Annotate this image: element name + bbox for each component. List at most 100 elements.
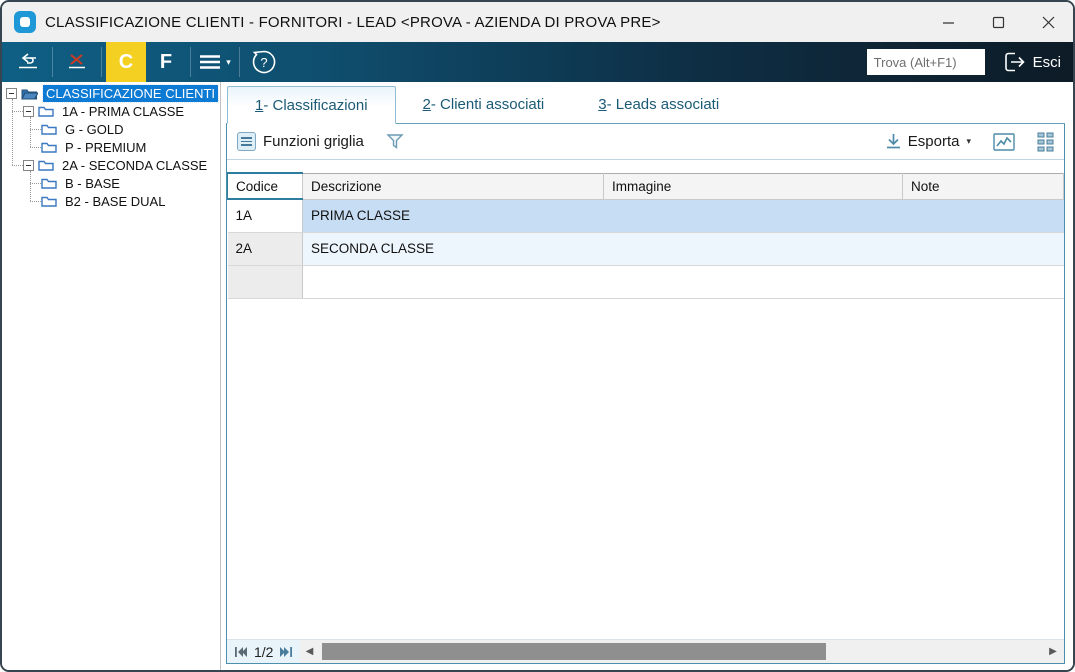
help-button[interactable]: ? [244, 44, 284, 80]
grid-pager: 1/2 ◀ ▶ [227, 639, 1064, 663]
tab-leads-associati[interactable]: 3 - Leads associati [571, 86, 746, 123]
table-row[interactable]: 1A PRIMA CLASSE [227, 199, 1064, 233]
svg-text:?: ? [260, 55, 267, 70]
main-panel: 1- Classificazioni 2 - Clienti associati… [221, 82, 1073, 670]
folder-icon [41, 196, 57, 207]
tree-item-label[interactable]: P - PREMIUM [62, 139, 149, 156]
first-page-button[interactable] [235, 646, 247, 657]
window-controls [923, 2, 1073, 42]
download-icon [886, 134, 900, 149]
horizontal-scrollbar[interactable]: ◀ ▶ [300, 640, 1064, 663]
tree-item-label[interactable]: B - BASE [62, 175, 123, 192]
undo-arrow-icon [19, 53, 37, 69]
delete-button[interactable] [57, 44, 97, 80]
menu-button[interactable]: ▾ [195, 44, 235, 80]
close-button[interactable] [1023, 2, 1073, 42]
collapse-icon[interactable] [6, 87, 17, 99]
hamburger-icon [200, 55, 221, 69]
folder-icon [41, 178, 57, 189]
funzioni-griglia-button[interactable]: Funzioni griglia [237, 132, 364, 151]
cell-codice[interactable]: 2A [227, 232, 303, 266]
grid-functions-icon [237, 132, 256, 151]
delete-x-icon [69, 54, 85, 69]
window-title: CLASSIFICAZIONE CLIENTI - FORNITORI - LE… [45, 13, 661, 31]
folder-icon [41, 124, 57, 135]
cell-immagine[interactable] [603, 232, 903, 266]
last-page-icon [280, 646, 293, 657]
tree-item-premium[interactable]: P - PREMIUM [2, 138, 220, 156]
app-logo-icon [14, 11, 36, 33]
folder-icon [38, 106, 54, 117]
cell-descrizione[interactable]: PRIMA CLASSE [302, 199, 604, 233]
layout-grid-button[interactable] [1037, 132, 1054, 152]
column-header-note[interactable]: Note [902, 172, 1064, 200]
funzioni-griglia-label: Funzioni griglia [263, 133, 364, 150]
filter-funnel-icon [386, 134, 404, 149]
title-bar: CLASSIFICAZIONE CLIENTI - FORNITORI - LE… [2, 2, 1073, 42]
exit-icon [1004, 52, 1025, 72]
page-indicator: 1/2 [254, 643, 274, 660]
cell-immagine[interactable] [603, 199, 903, 233]
column-header-codice[interactable]: Codice [227, 172, 303, 200]
exit-button[interactable]: Esci [999, 44, 1065, 80]
fornitori-mode-button[interactable]: F [146, 42, 186, 82]
tab-classificazioni[interactable]: 1- Classificazioni [227, 86, 396, 124]
minimize-button[interactable] [923, 2, 973, 42]
open-folder-icon [21, 89, 38, 99]
cell-note[interactable] [902, 232, 1064, 266]
collapse-icon[interactable] [23, 105, 34, 117]
tree-item-base[interactable]: B - BASE [2, 174, 220, 192]
folder-icon [41, 142, 57, 153]
table-row[interactable]: 2A SECONDA CLASSE [227, 232, 1064, 266]
close-icon [1042, 16, 1054, 28]
tree-item-label[interactable]: 1A - PRIMA CLASSE [59, 103, 187, 120]
folder-icon [38, 160, 54, 171]
app-window: CLASSIFICAZIONE CLIENTI - FORNITORI - LE… [0, 0, 1075, 672]
cell-descrizione[interactable]: SECONDA CLASSE [302, 232, 604, 266]
esporta-label: Esporta [907, 133, 960, 150]
grid-header-row: Codice Descrizione Immagine Note [227, 172, 1064, 200]
minimize-icon [942, 21, 954, 24]
collapse-icon[interactable] [23, 159, 34, 171]
column-header-descrizione[interactable]: Descrizione [302, 172, 604, 200]
maximize-button[interactable] [973, 2, 1023, 42]
classification-tree: CLASSIFICAZIONE CLIENTI 1A - PRIMA CLASS… [2, 82, 221, 670]
esporta-caret-icon: ▾ [966, 136, 971, 146]
first-page-icon [235, 646, 247, 657]
tab-bar: 1- Classificazioni 2 - Clienti associati… [226, 86, 1065, 124]
menu-caret-icon: ▾ [226, 56, 231, 67]
exit-label: Esci [1032, 53, 1061, 71]
tree-item-gold[interactable]: G - GOLD [2, 120, 220, 138]
table-row-empty [227, 265, 1064, 299]
tree-item-label[interactable]: B2 - BASE DUAL [62, 193, 168, 210]
tree-item-label[interactable]: CLASSIFICAZIONE CLIENTI [41, 83, 220, 103]
tree-item-label[interactable]: 2A - SECONDA CLASSE [59, 157, 210, 174]
scrollbar-thumb[interactable] [322, 643, 827, 660]
undo-button[interactable] [8, 44, 48, 80]
scroll-left-button[interactable]: ◀ [300, 646, 318, 657]
classifications-grid: Codice Descrizione Immagine Note 1A PRIM… [227, 172, 1064, 299]
chart-view-button[interactable] [993, 132, 1015, 151]
grid-toolbar: Funzioni griglia Esporta ▾ [227, 124, 1064, 160]
layout-grid-icon [1037, 132, 1054, 151]
maximize-icon [992, 16, 1004, 28]
column-header-immagine[interactable]: Immagine [603, 172, 903, 200]
tab-clienti-associati[interactable]: 2 - Clienti associati [396, 86, 572, 123]
tree-item-label[interactable]: G - GOLD [62, 121, 127, 138]
filter-button[interactable] [386, 133, 404, 150]
tree-item-base-dual[interactable]: B2 - BASE DUAL [2, 192, 220, 210]
esporta-button[interactable]: Esporta ▾ [885, 133, 971, 150]
tab-content: Funzioni griglia Esporta ▾ Codice Descri… [226, 124, 1065, 664]
tree-item-2a[interactable]: 2A - SECONDA CLASSE [2, 156, 220, 174]
chart-icon [993, 132, 1015, 151]
cell-codice[interactable]: 1A [227, 199, 303, 233]
main-toolbar: C F ▾ ? Esci [2, 42, 1073, 82]
tree-item-root[interactable]: CLASSIFICAZIONE CLIENTI [2, 83, 220, 103]
last-page-button[interactable] [280, 646, 293, 657]
cell-note[interactable] [902, 199, 1064, 233]
scroll-right-button[interactable]: ▶ [1044, 646, 1062, 657]
help-icon: ? [252, 50, 276, 74]
search-input[interactable] [866, 49, 985, 75]
clienti-mode-button[interactable]: C [106, 42, 146, 82]
tree-item-1a[interactable]: 1A - PRIMA CLASSE [2, 102, 220, 120]
